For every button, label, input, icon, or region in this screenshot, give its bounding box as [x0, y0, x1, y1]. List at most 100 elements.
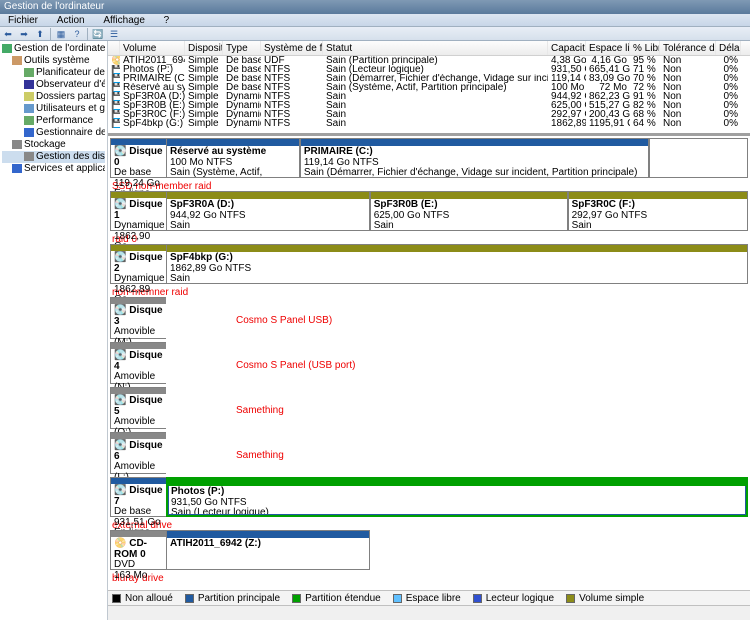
tree-item[interactable]: Dossiers partagés	[2, 91, 105, 103]
tree-item[interactable]: Outils système	[2, 55, 105, 67]
window-titlebar: Gestion de l'ordinateur	[0, 0, 750, 14]
tree-label: Planificateur de tâches	[36, 67, 105, 78]
tree-item[interactable]: Performance	[2, 115, 105, 127]
partition[interactable]: Photos (P:)931,50 Go NTFSSain (Lecteur l…	[166, 477, 748, 517]
view-icon[interactable]: ▦	[55, 28, 67, 40]
list-icon[interactable]: ☰	[108, 28, 120, 40]
partition[interactable]: ATIH2011_6942 (Z:)	[166, 530, 370, 570]
disk-header[interactable]: 💽 Disque 0De base119,24 GoEn ligne	[110, 138, 166, 178]
menu-action[interactable]: Action	[49, 14, 93, 27]
disk-header[interactable]: 💽 Disque 4Amovible (N:)Aucun média	[110, 342, 166, 384]
tree-item[interactable]: Services et applications	[2, 163, 105, 175]
disk-row[interactable]: 💽 Disque 1Dynamique1862,90 GoEn ligneSpF…	[110, 191, 748, 231]
partition[interactable]: SpF3R0A (D:)944,92 Go NTFSSain	[166, 191, 370, 231]
refresh-icon[interactable]: 🔄	[92, 28, 104, 40]
disk-row[interactable]: 💽 Disque 0De base119,24 GoEn ligneRéserv…	[110, 138, 748, 178]
disk-header[interactable]: 💽 Disque 7De base931,51 GoEn ligne	[110, 477, 166, 517]
disk-row[interactable]: 💽 Disque 7De base931,51 GoEn lignePhotos…	[110, 477, 748, 517]
tree-item[interactable]: Planificateur de tâches	[2, 67, 105, 79]
disk-row[interactable]: 💽 Disque 3Amovible (M:)Aucun médiaCosmo …	[110, 297, 748, 339]
cell-free: 515,27 Go	[586, 101, 630, 110]
cell-disp: Simple	[185, 65, 223, 74]
menu-view[interactable]: Affichage	[95, 14, 153, 27]
cell-volume: SpF4bkp (G:)	[120, 119, 185, 128]
tree-item[interactable]: Gestion des disques	[2, 151, 105, 163]
tree-icon	[12, 164, 22, 173]
menu-help[interactable]: ?	[156, 14, 178, 27]
cell-type: De base	[223, 65, 261, 74]
col-type[interactable]: Type	[223, 41, 261, 55]
col-free[interactable]: Espace libre	[586, 41, 630, 55]
disk-header[interactable]: 💽 Disque 6Amovible (L:)Aucun média	[110, 432, 166, 474]
volume-row[interactable]: 💾PRIMAIRE (C:)SimpleDe baseNTFSSain (Dém…	[108, 74, 750, 83]
disk-header[interactable]: 📀 CD-ROM 0DVD163 Mo	[110, 530, 166, 570]
disk-row[interactable]: 💽 Disque 6Amovible (L:)Aucun médiaSameth…	[110, 432, 748, 474]
partition[interactable]: SpF4bkp (G:)1862,89 Go NTFSSain	[166, 244, 748, 284]
col-statut[interactable]: Statut	[323, 41, 548, 55]
bottom-scrollbar[interactable]	[108, 605, 750, 620]
partition[interactable]	[649, 138, 748, 178]
volume-row[interactable]: 💾SpF3R0B (E:)SimpleDynamiqueNTFSSain625,…	[108, 101, 750, 110]
disk-header[interactable]: 💽 Disque 3Amovible (M:)Aucun média	[110, 297, 166, 339]
cell-disp: Simple	[185, 74, 223, 83]
disk-name: 💽 Disque 7	[114, 486, 163, 507]
tree-item[interactable]: Observateur d'événeme	[2, 79, 105, 91]
disk-row[interactable]: 💽 Disque 4Amovible (N:)Aucun média Cosmo …	[110, 342, 748, 384]
col-tol[interactable]: Tolérance de pannes	[660, 41, 716, 55]
cell-stat: Sain	[323, 110, 548, 119]
tree-icon	[24, 80, 34, 89]
disk-row[interactable]: 💽 Disque 2Dynamique1862,89 GoEn ligneSpF…	[110, 244, 748, 284]
col-disposition[interactable]: Disposition	[185, 41, 223, 55]
volume-row[interactable]: 💾Photos (P:)SimpleDe baseNTFSSain (Lecte…	[108, 65, 750, 74]
disk-map[interactable]: 💽 Disque 0De base119,24 GoEn ligneRéserv…	[108, 136, 750, 590]
disk-partitions: Cosmo S Panel (USB port)	[166, 342, 748, 384]
tree-item[interactable]: Gestion de l'ordinateur (local)	[2, 43, 105, 55]
menu-file[interactable]: Fichier	[0, 14, 46, 27]
col-volume[interactable]: Volume	[120, 41, 185, 55]
partition[interactable]: PRIMAIRE (C:)119,14 Go NTFSSain (Démarre…	[300, 138, 649, 178]
back-icon[interactable]: ⬅	[2, 28, 14, 40]
col-pct[interactable]: % Libres	[630, 41, 660, 55]
disk-header[interactable]: 💽 Disque 1Dynamique1862,90 GoEn ligne	[110, 191, 166, 231]
volume-row[interactable]: 📀ATIH2011_6942 (Z:)SimpleDe baseUDFSain …	[108, 56, 750, 65]
col-fs[interactable]: Système de fichiers	[261, 41, 323, 55]
forward-icon[interactable]: ➡	[18, 28, 30, 40]
part-status: Sain	[170, 274, 747, 284]
disk-row[interactable]: 📀 CD-ROM 0DVD163 MoATIH2011_6942 (Z:)	[110, 530, 748, 570]
col-ovh[interactable]: Délai	[716, 41, 741, 55]
volume-row[interactable]: 💾Réservé au systèmeSimpleDe baseNTFSSain…	[108, 83, 750, 92]
help-icon[interactable]: ?	[71, 28, 83, 40]
cell-free: 862,23 Go	[586, 92, 630, 101]
disk-header[interactable]: 💽 Disque 5Amovible (O:)Aucun média	[110, 387, 166, 429]
cell-ovh: 0%	[716, 74, 741, 83]
navigation-tree[interactable]: Gestion de l'ordinateur (local)Outils sy…	[0, 41, 108, 620]
annotation: Cosmo S Panel (USB port)	[236, 360, 356, 371]
volume-row[interactable]: 💾SpF3R0A (D:)SimpleDynamiqueNTFSSain944,…	[108, 92, 750, 101]
disk-row[interactable]: 💽 Disque 5Amovible (O:)Aucun médiaSameth…	[110, 387, 748, 429]
partition[interactable]: SpF3R0B (E:)625,00 Go NTFSSain	[370, 191, 568, 231]
tree-item[interactable]: Gestionnaire de périphé	[2, 127, 105, 139]
title-text: Gestion de l'ordinateur	[4, 1, 104, 12]
disk-name: 💽 Disque 6	[114, 441, 163, 462]
partition[interactable]: Réservé au système100 Mo NTFSSain (Systè…	[166, 138, 300, 178]
tree-item[interactable]: Utilisateurs et groupes l	[2, 103, 105, 115]
col-cap[interactable]: Capacité	[548, 41, 586, 55]
volume-row[interactable]: 💾SpF4bkp (G:)SimpleDynamiqueNTFSSain1862…	[108, 119, 750, 128]
tree-item[interactable]: Stockage	[2, 139, 105, 151]
up-icon[interactable]: ⬆	[34, 28, 46, 40]
cell-tol: Non	[660, 56, 716, 65]
disk-header[interactable]: 💽 Disque 2Dynamique1862,89 GoEn ligne	[110, 244, 166, 284]
volume-row[interactable]: 💾SpF3R0C (F:)SimpleDynamiqueNTFSSain292,…	[108, 110, 750, 119]
tree-icon	[24, 92, 34, 101]
cell-ovh: 0%	[716, 65, 741, 74]
partition[interactable]: SpF3R0C (F:)292,97 Go NTFSSain	[568, 191, 748, 231]
tree-icon	[24, 116, 34, 125]
legend-label: Lecteur logique	[486, 593, 554, 604]
cell-cap: 944,92 Go	[548, 92, 586, 101]
tree-icon	[12, 56, 22, 65]
legend-swatch	[473, 594, 482, 603]
cell-cap: 625,00 Go	[548, 101, 586, 110]
disk-name: 💽 Disque 0	[114, 147, 163, 168]
cell-free: 83,09 Go	[586, 74, 630, 83]
volume-list[interactable]: Volume Disposition Type Système de fichi…	[108, 41, 750, 136]
